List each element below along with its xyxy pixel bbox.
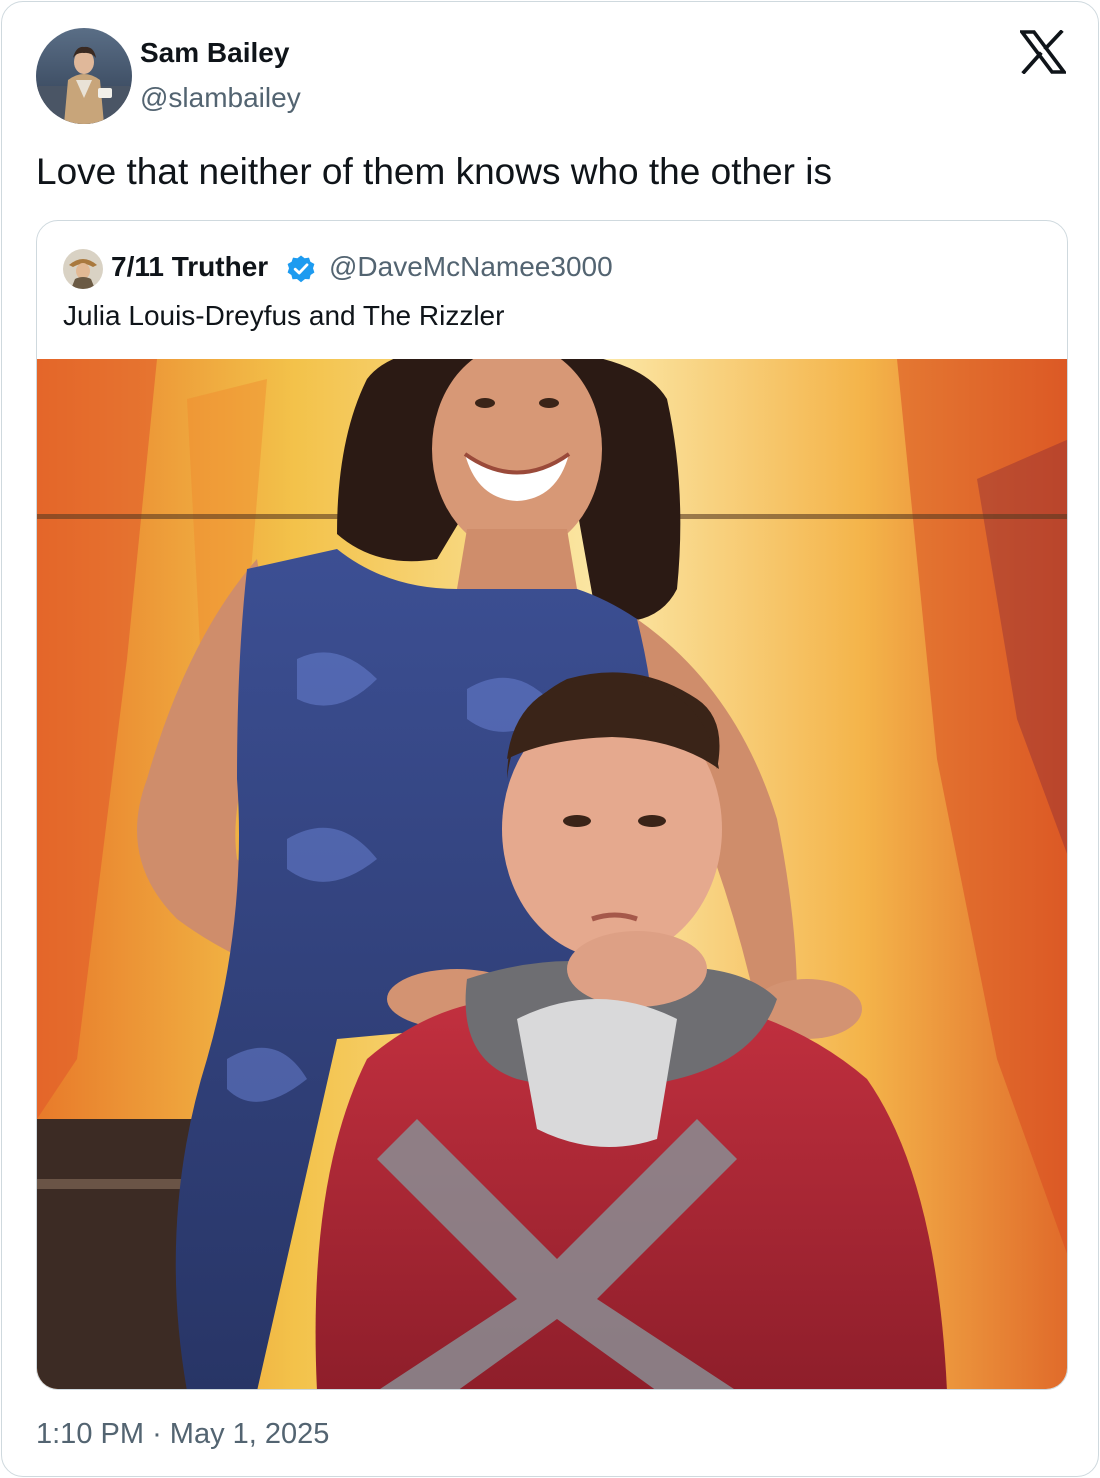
author-avatar[interactable] [36, 28, 132, 124]
quoted-tweet-text: Julia Louis-Dreyfus and The Rizzler [63, 300, 505, 331]
author-handle[interactable]: @slambailey [140, 80, 301, 116]
tweet-photo[interactable] [37, 344, 1067, 1389]
tweet-text: Love that neither of them knows who the … [36, 151, 832, 192]
verified-badge-icon [286, 254, 316, 284]
tweet-time[interactable]: 1:10 PM [36, 1418, 144, 1450]
author-name[interactable]: Sam Bailey [140, 35, 289, 71]
quoted-author-handle[interactable]: @DaveMcNamee3000 [329, 249, 613, 285]
timestamp-separator: · [152, 1418, 162, 1450]
tweet-date[interactable]: May 1, 2025 [170, 1418, 330, 1450]
quoted-author-avatar[interactable] [63, 249, 103, 289]
quoted-author-name[interactable]: 7/11 Truther [111, 249, 268, 285]
x-logo-icon[interactable] [1018, 29, 1068, 75]
tweet-timestamp: 1:10 PM · May 1, 2025 [36, 1415, 329, 1453]
tweet-card: Sam Bailey @slambailey Love that neither… [1, 1, 1099, 1477]
quoted-tweet[interactable]: 7/11 Truther @DaveMcNamee3000 Julia Loui… [36, 220, 1068, 1390]
